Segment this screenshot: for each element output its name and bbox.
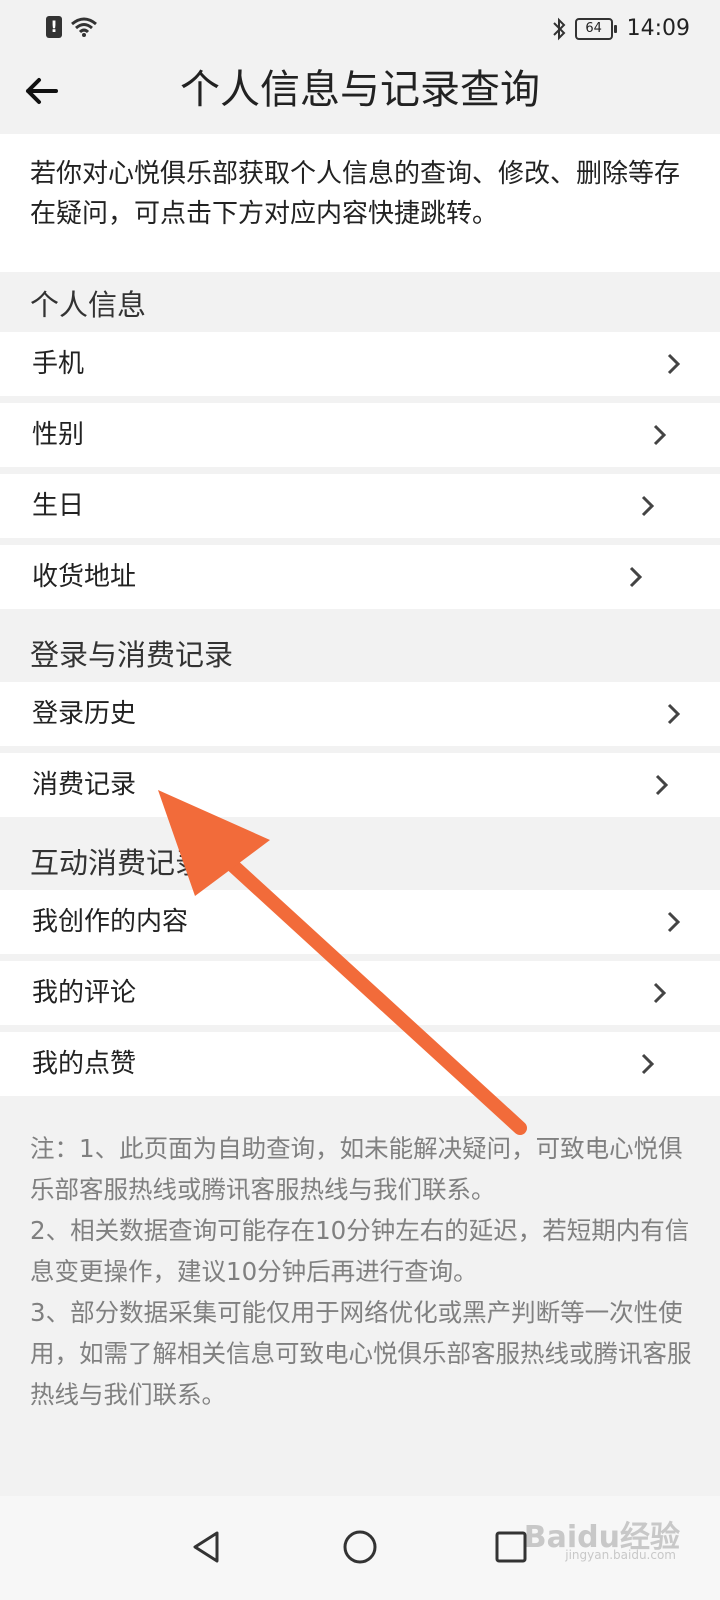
page-title: 个人信息与记录查询 <box>180 67 540 113</box>
wifi-icon <box>71 17 97 37</box>
list-item-my-comments[interactable]: 我的评论 <box>0 961 720 1025</box>
list-item-label: 手机 <box>32 349 85 379</box>
list-item-phone[interactable]: 手机 <box>0 332 720 396</box>
list-item-address[interactable]: 收货地址 <box>0 545 720 609</box>
chevron-right-icon <box>641 495 655 517</box>
chevron-right-icon <box>641 1053 655 1075</box>
battery-level: 64 <box>585 20 602 36</box>
intro-text: 若你对心悦俱乐部获取个人信息的查询、修改、删除等存在疑问，可点击下方对应内容快捷… <box>30 159 681 229</box>
section-title-interaction: 互动消费记录 <box>30 846 205 880</box>
list-item-label: 收货地址 <box>32 562 137 592</box>
list-item-label: 我创作的内容 <box>32 907 189 937</box>
list-item-login-history[interactable]: 登录历史 <box>0 682 720 746</box>
status-left-icons: ! <box>46 16 98 38</box>
section-title-personal: 个人信息 <box>30 288 147 322</box>
bluetooth-icon <box>552 17 566 40</box>
chevron-right-icon <box>667 911 681 933</box>
chevron-right-icon <box>667 353 681 375</box>
note-2: 2、相关数据查询可能存在10分钟左右的延迟，若短期内有信息变更操作，建议10分钟… <box>30 1216 690 1286</box>
home-circle-icon[interactable] <box>335 1522 385 1572</box>
list-item-gender[interactable]: 性别 <box>0 403 720 467</box>
notes: 注：1、此页面为自助查询，如未能解决疑问，可致电心悦俱乐部客服热线或腾讯客服热线… <box>30 1128 700 1415</box>
status-right-icons: 64 14:09 <box>551 16 690 41</box>
chevron-right-icon <box>667 703 681 725</box>
alert-icon: ! <box>46 16 62 38</box>
note-1: 注：1、此页面为自助查询，如未能解决疑问，可致电心悦俱乐部客服热线或腾讯客服热线… <box>30 1134 683 1204</box>
section-title-login: 登录与消费记录 <box>30 638 234 672</box>
back-triangle-icon[interactable] <box>182 1522 232 1572</box>
list-item-label: 生日 <box>32 491 85 521</box>
battery-icon: 64 <box>574 17 617 40</box>
list-item-label: 消费记录 <box>32 770 137 800</box>
list-item-birthday[interactable]: 生日 <box>0 474 720 538</box>
list-item-label: 我的点赞 <box>32 1049 137 1079</box>
status-time: 14:09 <box>626 16 690 41</box>
list-item-label: 我的评论 <box>32 978 137 1008</box>
header: 个人信息与记录查询 <box>0 56 720 134</box>
list-item-label: 性别 <box>32 420 85 450</box>
note-3: 3、部分数据采集可能仅用于网络优化或黑产判断等一次性使用，如需了解相关信息可致电… <box>30 1298 692 1409</box>
chevron-right-icon <box>653 424 667 446</box>
chevron-right-icon <box>653 982 667 1004</box>
list-item-my-creations[interactable]: 我创作的内容 <box>0 890 720 954</box>
watermark-url: jingyan.baidu.com <box>565 1548 676 1562</box>
status-bar: ! 64 14:09 <box>0 0 720 60</box>
chevron-right-icon <box>629 566 643 588</box>
chevron-right-icon <box>655 774 669 796</box>
intro-panel: 若你对心悦俱乐部获取个人信息的查询、修改、删除等存在疑问，可点击下方对应内容快捷… <box>0 134 720 272</box>
list-item-label: 登录历史 <box>32 699 137 729</box>
list-item-my-likes[interactable]: 我的点赞 <box>0 1032 720 1096</box>
list-item-consumption-records[interactable]: 消费记录 <box>0 753 720 817</box>
